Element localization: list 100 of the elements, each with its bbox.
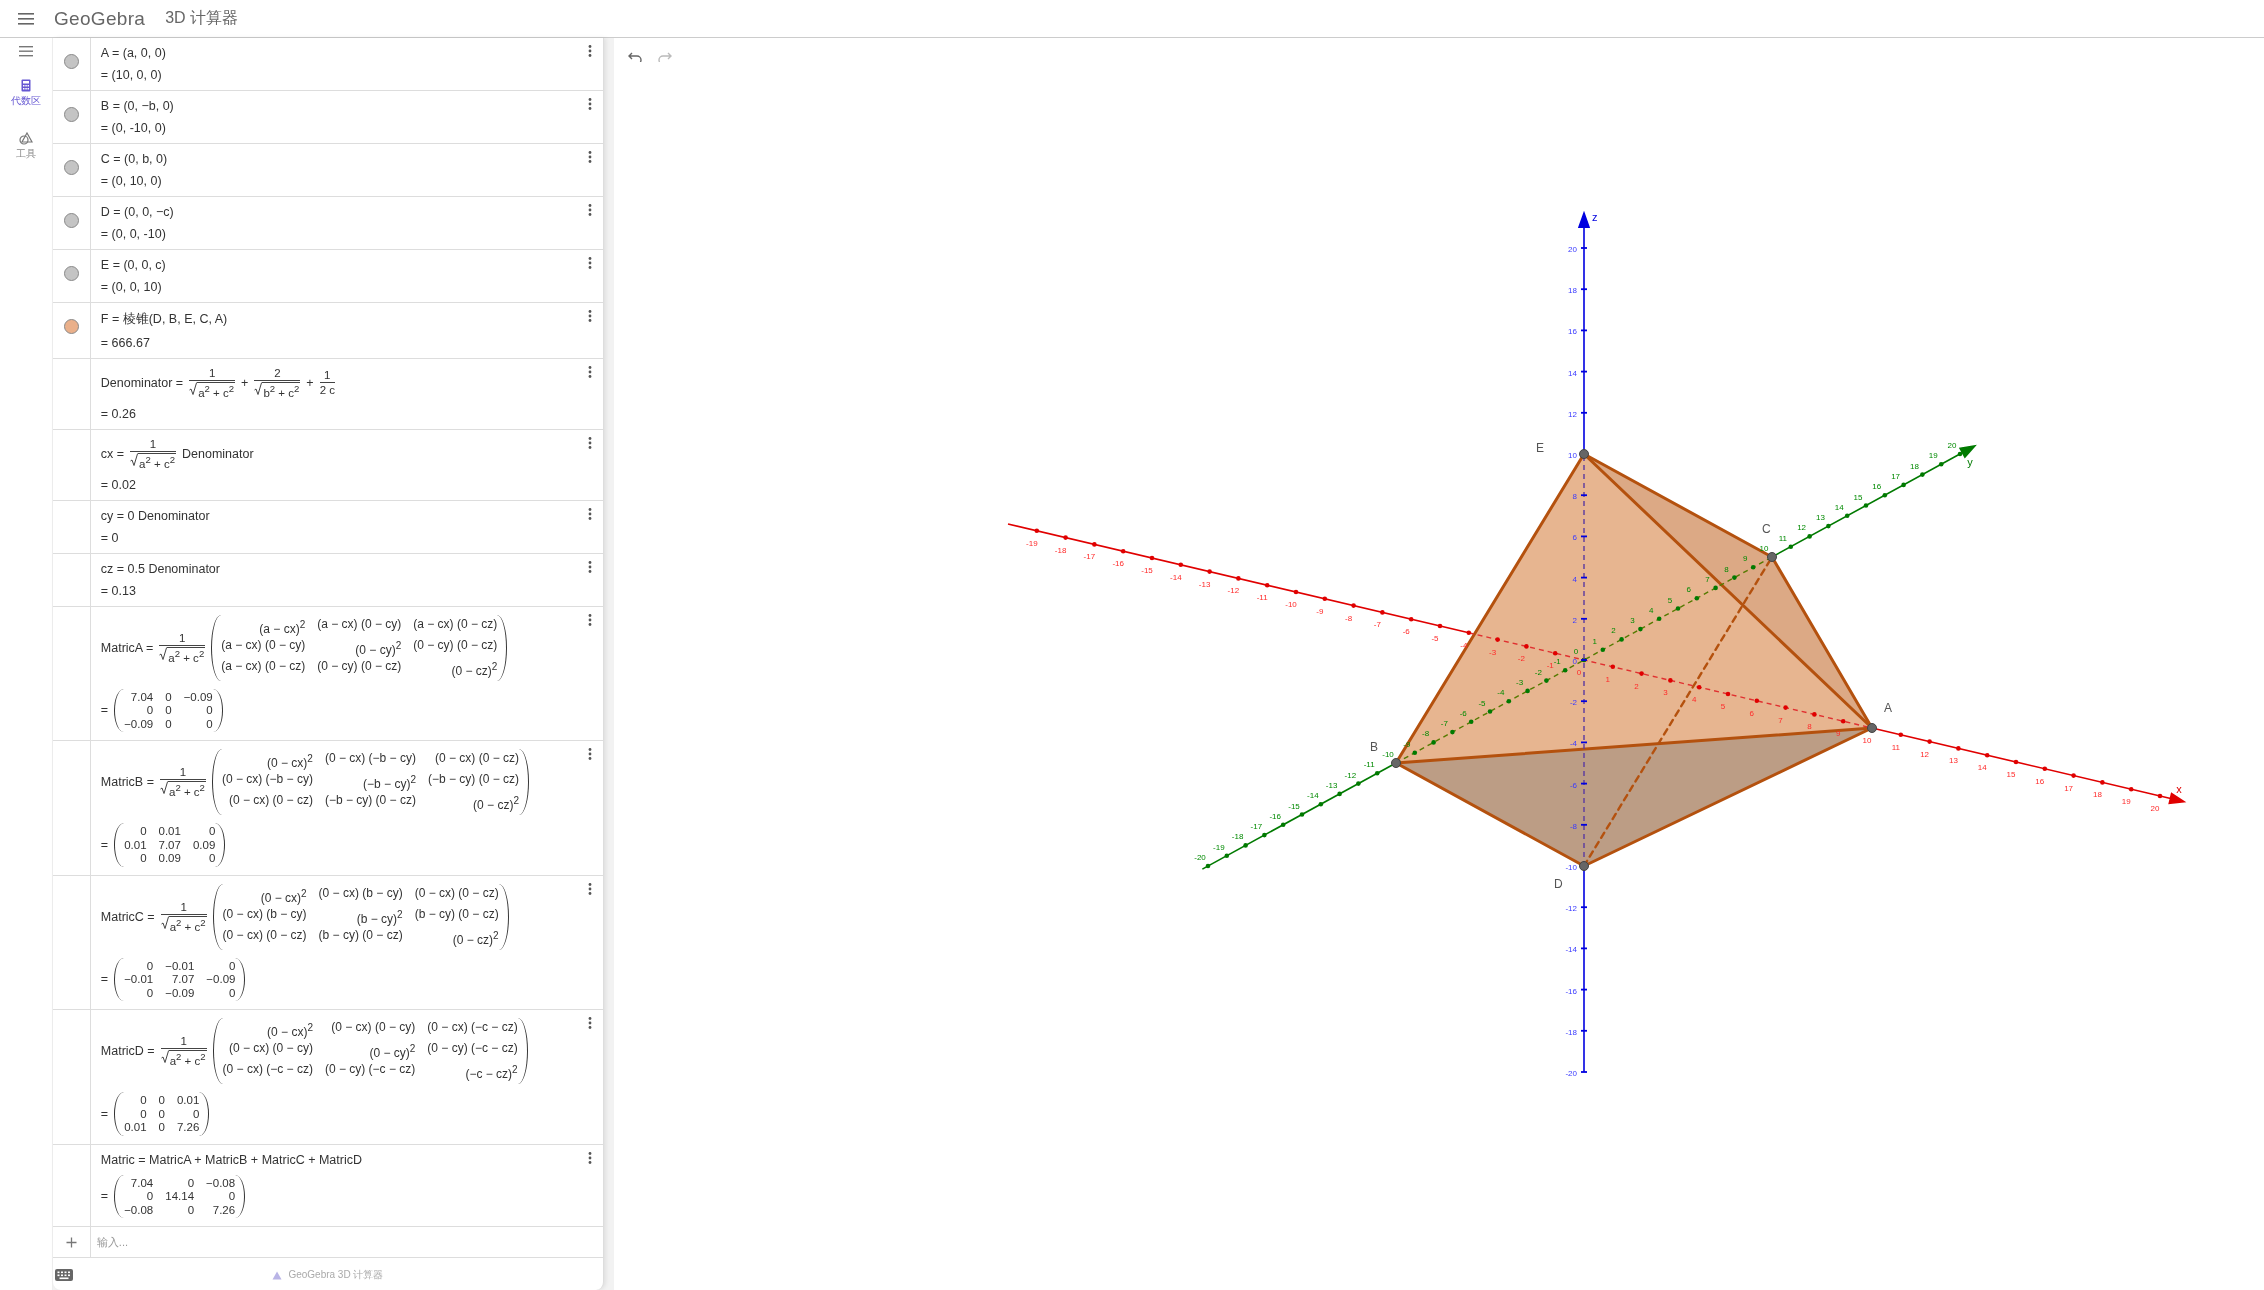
axis-tick-label: -1 [1546,661,1554,671]
axis-tick-label: -16 [1565,986,1577,996]
axis-tick-label: 10 [1759,544,1769,553]
matrix-entry: (0 − cx)$^{2}$ [266,752,313,772]
axis-tick-label: -6 [1402,627,1410,637]
keyboard-icon[interactable] [54,1269,73,1281]
matrix-entry: (a − cx) (0 − cy) [317,616,402,633]
formula-text: A = (a, 0, 0) [100,46,166,60]
axis-tick-label: 3 [1663,688,1668,698]
matrix-entry: 0 [139,1094,147,1107]
matrix-entry: (0 − cx) (−b − cy) [221,772,313,789]
menu-icon[interactable] [18,46,33,57]
point[interactable] [1391,758,1401,768]
matrix-entry: 0 [139,1107,147,1121]
point[interactable] [1867,723,1877,733]
point[interactable] [1579,449,1589,459]
sidebar-tab[interactable]: 代数区 [8,77,43,110]
axis-tick-label: -8 [1422,729,1430,739]
fraction-numerator: 1 [179,631,186,644]
matrix-entry: (0 − cy) (0 − cz) [413,637,498,654]
visibility-dot[interactable] [63,160,79,175]
formula-text: = 0 [100,530,119,545]
axis-tick-label: 4 [1648,605,1654,615]
matrix-entry: 0.09 [158,852,181,865]
matrix-entry: 0 [139,825,147,838]
matrix-entry: (0 − cx) (b − cy) [318,885,403,902]
axis-tick-label: 6 [1686,585,1692,595]
axis-tick-label: -18 [1565,1027,1577,1037]
matrix-entry: 0 [186,1203,195,1217]
axis-tick-label: -7 [1373,620,1381,630]
axis-tick-label: -10 [1565,863,1577,872]
axis-tick-label: -15 [1288,801,1300,811]
matrix-entry: (a − cx)$^{2}$ [258,617,306,637]
fraction-numerator: 1 [208,367,216,379]
point[interactable] [1579,861,1589,871]
formula-text: cx = [100,446,125,461]
axis-tick-label: 18 [1568,286,1577,296]
axis-tick-label: 8 [1724,564,1729,574]
matrix-entry: (0 − cz)$^{2}$ [472,794,519,814]
point[interactable] [1767,552,1777,562]
plus-icon[interactable] [65,1236,77,1248]
formula-text: Denominator = [100,375,184,390]
matrix-entry: (0 − cy) (−c − cz) [324,1062,416,1079]
matrix-entry: 0 [145,704,154,717]
matrix-entry: 0 [228,986,236,1000]
axis-tick-label: 20 [1947,441,1957,450]
matrix-entry: (0 − cx)$^{2}$ [259,886,307,906]
matrix-entry: 0 [145,986,154,1000]
axis-tick-label: 17 [2064,783,2074,793]
menu-icon[interactable] [18,12,34,25]
axis-tick-label: -14 [1307,791,1319,801]
matrix-entry: 0 [205,704,213,717]
visibility-dot[interactable] [63,213,79,228]
axis-tick-label: -19 [1213,842,1225,852]
matrix-entry: 0.01 [124,838,147,852]
axis-tick-label: 11 [1778,533,1787,543]
visibility-dot[interactable] [63,107,79,122]
matrix-entry: 0 [158,1094,165,1107]
axis-tick-label: 5 [1667,595,1673,605]
matrix-entry: 0 [191,1107,200,1121]
axis-tick-label: 0 [1573,647,1579,656]
axis-tick-label: 18 [2092,790,2102,800]
matrix-entry: (a − cx) (0 − cy) [221,637,306,654]
point-label: E [1536,441,1544,455]
formula-text: MatricC = [100,909,155,924]
formula-text: F = 棱锥(D, B, E, C, A) [100,311,228,328]
axis-tick-label: -3 [1489,647,1497,657]
triangle-icon [272,1270,283,1280]
matrix-entry: 0 [158,1107,165,1121]
sidebar-tab[interactable]: 工具 [13,130,38,163]
axis-tick-label: -2 [1517,654,1525,664]
axis-tick-label: 7 [1705,574,1710,584]
axis-tick-label: 18 [1909,461,1919,471]
input-field[interactable]: 输入... [90,1227,603,1258]
matrix-entry: −0.09 [165,986,195,1000]
matrix-entry: (0 − cy)$^{2}$ [354,638,402,658]
fraction-denominator: a$^{2}$ + c$^{2}$ [168,915,207,933]
visibility-dot[interactable] [63,266,79,281]
calculator-icon [20,79,31,92]
visibility-dot[interactable] [63,319,79,334]
formula-text: cy = 0 Denominator [100,508,210,523]
formula-text: = (0, 0, -10) [100,227,166,241]
fraction-numerator: 1 [180,1035,187,1048]
axis-tick-label: 12 [1568,409,1577,419]
formula-text: Denominator [182,446,254,461]
axis-tick-label: 16 [1568,327,1577,337]
fraction-numerator: 1 [324,369,331,382]
matrix-entry: (0 − cz)$^{2}$ [451,928,499,948]
axis-tick-label: 8 [1807,722,1812,732]
matrix-entry: 0 [207,852,216,865]
visibility-dot[interactable] [63,54,79,69]
axis-tick-label: -7 [1440,719,1448,729]
formula-text: = [100,1189,109,1204]
axis-tick-label: -18 [1054,545,1067,555]
axis-label: x [2176,782,2182,795]
axis-tick-label: 17 [1891,471,1901,481]
formula-text: E = (0, 0, c) [100,258,166,272]
point-label: D [1554,877,1563,891]
axis-tick-label: -11 [1256,593,1268,603]
axis-label: z [1592,211,1598,224]
